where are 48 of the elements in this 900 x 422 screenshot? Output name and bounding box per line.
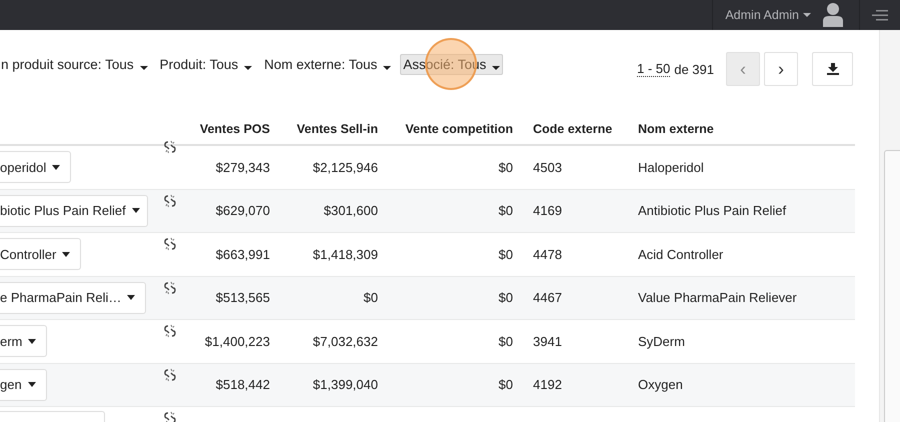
product-dropdown[interactable]: operidol [0,151,72,184]
table-cell-text: $7,032,632 [312,334,378,349]
filter-dropdown[interactable]: n produit source: Tous [0,54,151,75]
product-dropdown[interactable]: e PharmaPain Reli… [0,282,146,314]
filter-dropdown[interactable]: Produit: Tous [156,54,256,75]
filter-dropdown[interactable]: Nom externe: Tous [261,54,394,75]
table-cell-text: $0 [498,203,513,218]
user-menu[interactable]: Admin Admin [725,8,799,22]
column-header: Code externe [532,122,614,136]
table-cell-text: 4192 [532,377,563,392]
product-dropdown[interactable]: biotic Plus Pain Relief [0,194,148,227]
table-cell-text: 4169 [532,203,563,218]
table-cell-text: Antibiotic Plus Pain Relief [638,203,788,218]
table-cell-text: $0 [498,160,513,175]
table-cell-text: $663,991 [214,246,270,262]
column-header: Ventes POS [198,122,270,136]
table-cell-text: Acid Controller [638,246,724,262]
table-cell-text: $0 [498,334,513,349]
table-cell-text: $1,400,223 [204,334,270,349]
table-cell-text: $0 [498,290,513,306]
column-header: Nom externe [638,122,715,136]
table-cell-text: $279,343 [214,160,270,175]
table-cell-text: $518,442 [214,377,270,392]
table-cell-text: $301,600 [322,203,378,218]
column-header: Vente competition [404,122,513,136]
table-cell-text: 3941 [532,334,563,349]
table-cell-text: 4503 [532,160,563,175]
table-cell-text: $1,399,040 [312,377,378,392]
table-cell-text: SyDerm [638,334,686,349]
table-cell-text: Oxygen [638,377,684,392]
product-dropdown[interactable]: erm [0,325,48,358]
product-dropdown[interactable]: gen [0,368,47,401]
product-dropdown[interactable]: Controller [0,238,82,270]
table-cell-text: $0 [498,246,513,262]
column-header: Ventes Sell-in [296,122,378,136]
table-cell-text: $629,070 [214,203,270,218]
table-cell-text: $2,125,946 [312,160,378,175]
table-cell-text: Haloperidol [638,160,705,175]
table-cell-text: Value PharmaPain Reliever [638,290,798,306]
table-cell-text: 4467 [532,290,563,306]
next-page-button[interactable]: › [764,52,798,86]
table-cell-text: $513,565 [214,290,270,306]
table-cell-text: $1,418,309 [312,246,378,262]
page-range[interactable]: 1 - 50 [636,61,670,77]
table-cell-text: $0 [362,290,378,306]
page-total: de 391 [674,62,714,76]
table-cell-text: 4478 [532,246,563,262]
table-cell-text: $0 [498,377,513,392]
